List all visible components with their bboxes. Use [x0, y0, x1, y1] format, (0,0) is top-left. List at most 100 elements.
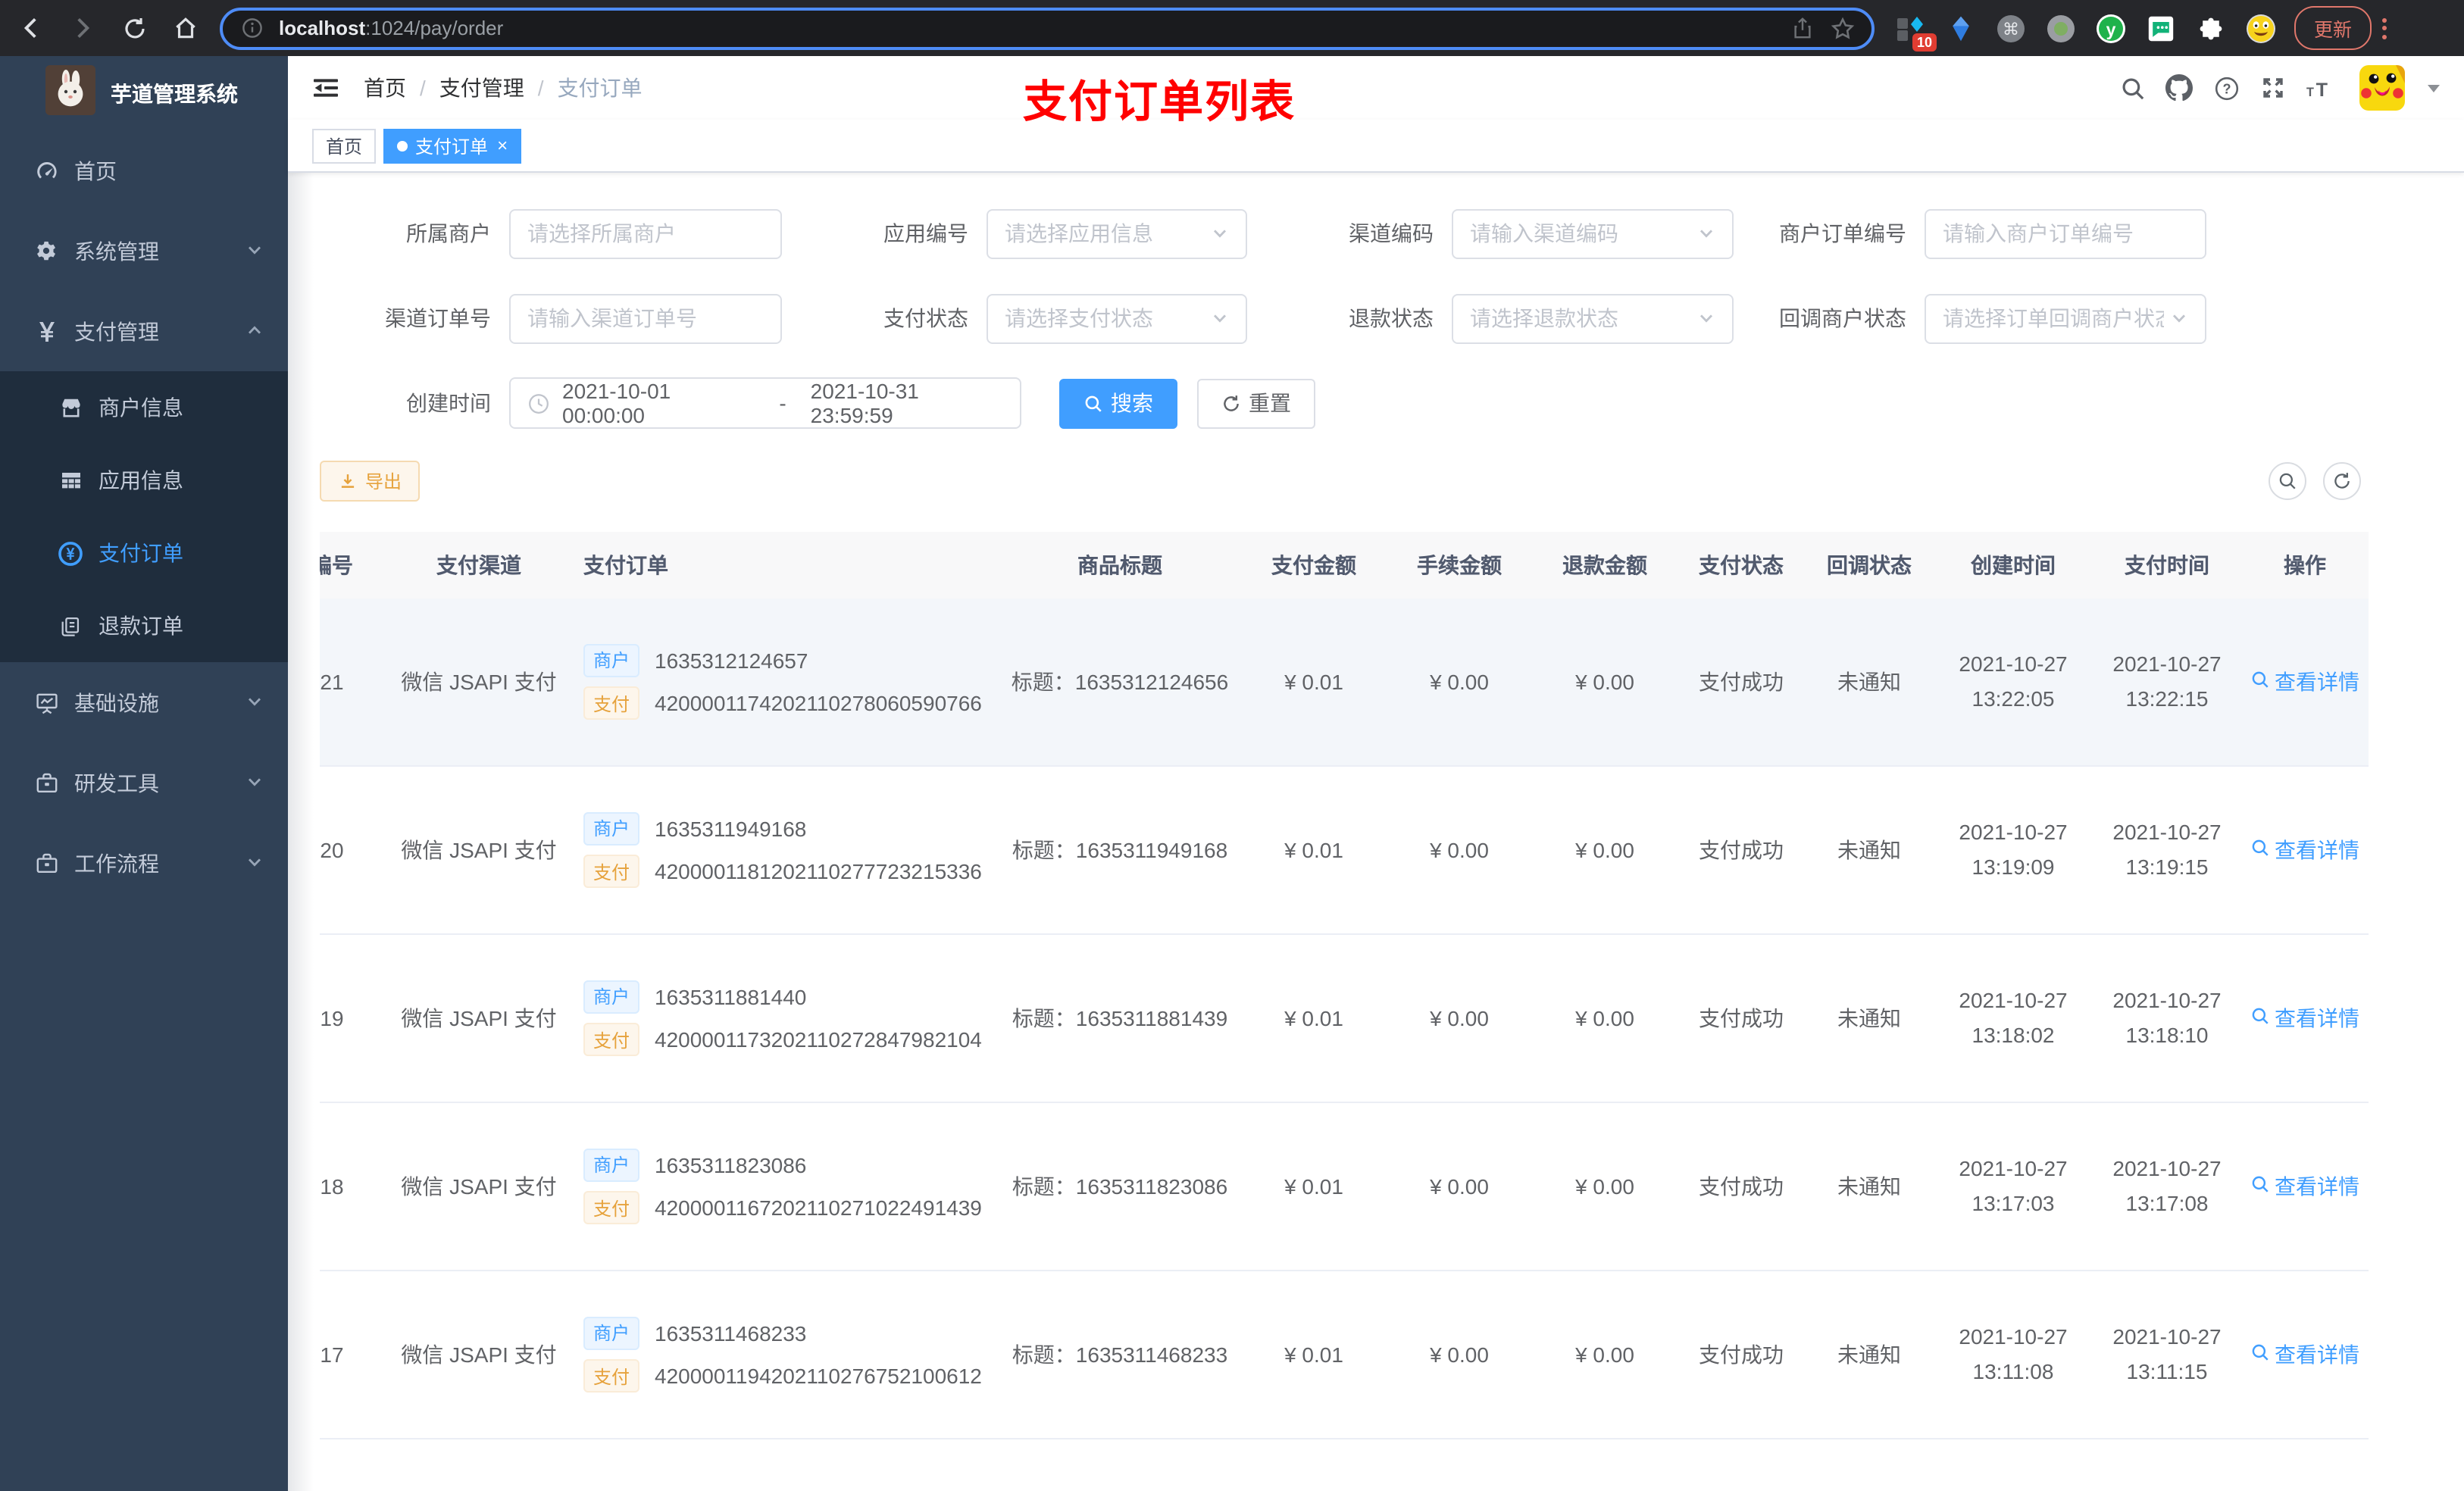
user-avatar[interactable]: [2359, 65, 2405, 111]
sidebar-item-4[interactable]: 研发工具: [0, 742, 288, 823]
column-header: 支付时间: [2125, 553, 2209, 577]
avatar-dropdown-caret-icon[interactable]: [2428, 84, 2440, 92]
svg-text:?: ?: [2222, 80, 2230, 95]
view-detail-link[interactable]: 查看详情: [2250, 667, 2359, 697]
sidebar-item-5[interactable]: 工作流程: [0, 823, 288, 903]
extension-diamond-icon[interactable]: 10: [1896, 13, 1937, 51]
font-size-icon[interactable]: TT: [2306, 74, 2334, 102]
search-button[interactable]: 搜索: [1059, 378, 1177, 428]
filter-input[interactable]: 请输入渠道订单号: [509, 293, 782, 343]
view-detail-link[interactable]: 查看详情: [2250, 1171, 2359, 1202]
toggle-search-icon[interactable]: [2269, 462, 2306, 500]
sidebar-subitem-1[interactable]: 应用信息: [0, 444, 288, 517]
chevron-up-icon: [245, 319, 264, 343]
table-header-row: 编号 支付渠道 支付订单 商品标题 支付金额 手续金额 退款金额 支付状态 回调状态 创建时间 支付…: [320, 532, 2369, 599]
help-icon[interactable]: ?: [2212, 74, 2240, 102]
active-tab-dot: [397, 140, 408, 151]
sidebar-logo[interactable]: 芋道管理系统: [0, 56, 288, 130]
pay-order-line: 支付 4200001181202110277723215336: [583, 855, 999, 889]
sidebar-item-1[interactable]: 系统管理: [0, 211, 288, 291]
extension-record-icon[interactable]: [2046, 13, 2076, 43]
view-detail-link[interactable]: 查看详情: [2250, 1339, 2359, 1370]
sidebar-item-label: 研发工具: [74, 771, 159, 795]
dashboard-icon: [33, 158, 59, 183]
forward-icon[interactable]: [70, 15, 95, 41]
cell-fee-amount: ¥ 0.00: [1430, 838, 1489, 862]
tab-0[interactable]: 首页: [312, 128, 377, 163]
merchant-tag: 商户: [583, 980, 639, 1014]
filter-select[interactable]: 请选择应用信息: [987, 208, 1247, 258]
tags-view: 首页 支付订单 ×: [288, 120, 2464, 173]
extension-command-icon[interactable]: ⌘: [1996, 13, 2026, 43]
extension-puzzle-icon[interactable]: [2196, 13, 2226, 43]
sidebar-item-0[interactable]: 首页: [0, 130, 288, 211]
board-icon: [33, 690, 59, 714]
cell-title: 标题：1635311823086: [1012, 1174, 1228, 1199]
pay-time: 13:22:15: [2125, 686, 2209, 711]
sidebar-item-2[interactable]: 支付管理: [0, 291, 288, 371]
sidebar-subitem-0[interactable]: 商户信息: [0, 371, 288, 444]
cell-pay-amount: ¥ 0.01: [1284, 1174, 1343, 1199]
refresh-icon[interactable]: [2323, 462, 2361, 500]
update-button[interactable]: 更新: [2294, 6, 2372, 50]
sidebar-subitem-3[interactable]: 退款订单: [0, 589, 288, 662]
pay-time: 13:11:15: [2126, 1359, 2208, 1383]
yen-icon: [33, 319, 59, 343]
header-search-icon[interactable]: [2118, 74, 2146, 102]
share-icon[interactable]: [1790, 15, 1815, 41]
reload-icon[interactable]: [121, 15, 147, 41]
cell-order: 商户 1635311468233 支付 42000011942021102767521…: [577, 1307, 999, 1403]
view-detail-link[interactable]: 查看详情: [2250, 835, 2359, 865]
filter-select[interactable]: 请输入渠道编码: [1452, 208, 1734, 258]
column-header: 操作: [2284, 553, 2326, 577]
table-toolbar: 导出: [320, 461, 2434, 502]
tab-1[interactable]: 支付订单 ×: [383, 128, 522, 163]
bookmark-star-icon[interactable]: [1829, 15, 1855, 41]
site-info-icon[interactable]: [239, 15, 265, 41]
cell-pay-status: 支付成功: [1699, 670, 1784, 694]
breadcrumb-item[interactable]: 支付管理: [439, 73, 524, 103]
placeholder-text: 请输入渠道订单号: [527, 306, 697, 330]
breadcrumb-item[interactable]: 首页: [364, 73, 406, 103]
extension-emoji-icon[interactable]: [2246, 13, 2276, 43]
cell-fee-amount: ¥ 0.00: [1430, 1343, 1489, 1367]
fullscreen-icon[interactable]: [2259, 74, 2287, 102]
reset-button[interactable]: 重置: [1197, 378, 1315, 428]
cell-refund-amount: ¥ 0.00: [1575, 1006, 1634, 1030]
sidebar-subitem-2[interactable]: 支付订单: [0, 517, 288, 589]
filter-select[interactable]: 请选择退款状态: [1452, 293, 1734, 343]
sidebar-item-3[interactable]: 基础设施: [0, 662, 288, 742]
filter-select[interactable]: 请选择订单回调商户状态: [1925, 293, 2206, 343]
cell-pay-status: 支付成功: [1699, 1343, 1784, 1367]
home-icon[interactable]: [173, 15, 199, 41]
date-range-input[interactable]: 2021-10-01 00:00:00 - 2021-10-31 23:59:5…: [509, 377, 1021, 429]
browser-menu-icon[interactable]: [2382, 17, 2387, 39]
table-row: 商户1635311251726: [320, 1439, 2369, 1491]
table-row: 20 微信 JSAPI 支付 商户 1635311949168 支付 4200001181…: [320, 767, 2369, 935]
create-date: 2021-10-27: [1959, 652, 2068, 676]
extension-y-icon[interactable]: y: [2096, 13, 2126, 43]
cell-actions: 查看详情: [2241, 835, 2369, 865]
filter-input[interactable]: 请选择所属商户: [509, 208, 782, 258]
filter-input[interactable]: 请输入商户订单编号: [1925, 208, 2206, 258]
close-tab-icon[interactable]: ×: [497, 135, 508, 156]
sidebar-subitem-label: 商户信息: [98, 395, 183, 420]
column-header: 退款金额: [1562, 553, 1647, 577]
view-detail-link[interactable]: 查看详情: [2250, 1003, 2359, 1033]
back-icon[interactable]: [18, 15, 44, 41]
filter-select[interactable]: 请选择支付状态: [987, 293, 1247, 343]
export-button[interactable]: 导出: [320, 461, 421, 502]
extension-gem-icon[interactable]: [1946, 13, 1976, 43]
url-host: localhost: [279, 17, 366, 39]
address-bar[interactable]: localhost:1024/pay/order: [220, 7, 1875, 49]
extension-chat-icon[interactable]: [2146, 13, 2176, 43]
pay-order-no: 4200001167202110271022491439: [655, 1196, 982, 1221]
grid-icon: [58, 468, 83, 492]
cell-title: 标题：1635311468233: [1012, 1343, 1228, 1367]
url-path: :1024/pay/order: [365, 17, 504, 39]
cell-notify-status: 未通知: [1837, 1174, 1901, 1199]
cell-title: 标题：1635312124656: [1011, 670, 1229, 694]
tab-label: 支付订单: [415, 136, 489, 157]
sidebar-fold-icon[interactable]: [312, 76, 339, 100]
github-icon[interactable]: [2165, 74, 2193, 102]
